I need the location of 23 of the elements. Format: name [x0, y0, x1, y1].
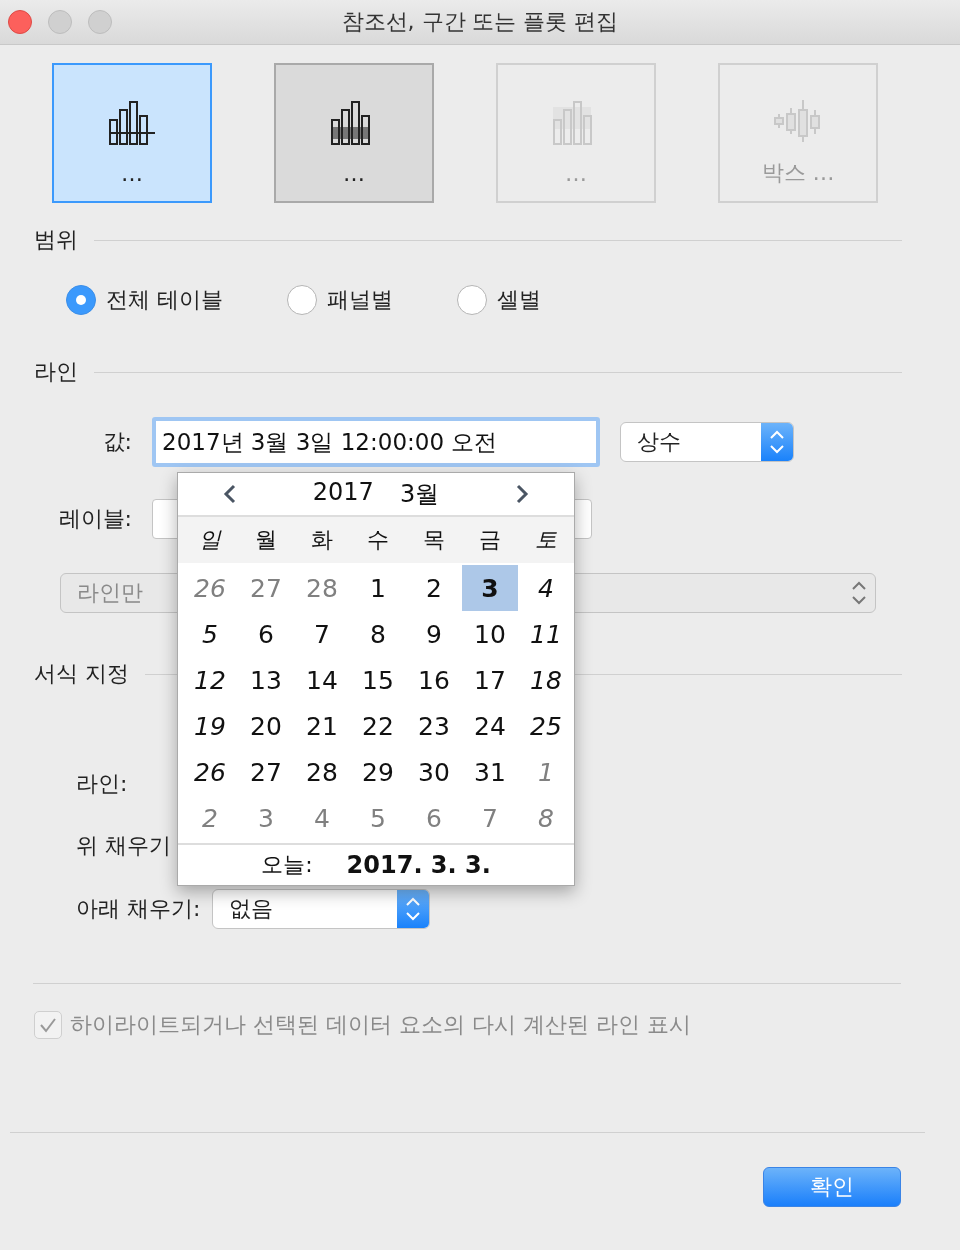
weekday-label: 월 [254, 526, 278, 554]
field-label: 위 채우기 [76, 832, 171, 860]
checkbox-label: 하이라이트되거나 선택된 데이터 요소의 다시 계산된 라인 표시 [70, 1011, 691, 1039]
field-label: 아래 채우기: [76, 895, 201, 923]
weekday-label: 화 [310, 526, 334, 554]
field-label: 라인: [76, 770, 128, 798]
today-label: 오늘: [261, 851, 313, 879]
radio-label: 패널별 [327, 286, 393, 314]
calendar-month: 3월 [399, 479, 440, 510]
radio-label: 전체 테이블 [106, 286, 223, 314]
weekday-label: 수 [366, 526, 390, 554]
section-label: 라인 [34, 358, 78, 386]
window-title: 참조선, 구간 또는 플롯 편집 [340, 8, 620, 36]
field-label: 값: [101, 428, 132, 456]
calendar-year: 2017 [312, 478, 374, 508]
field-label: 레이블: [57, 505, 132, 533]
weekday-label: 토 [534, 526, 558, 554]
weekday-label: 일 [198, 526, 223, 554]
section-label: 서식 지정 [34, 660, 129, 688]
weekday-label: 금 [478, 526, 502, 554]
radio-label: 셀별 [497, 286, 541, 314]
section-label: 범위 [34, 226, 78, 254]
weekday-label: 목 [422, 526, 446, 554]
